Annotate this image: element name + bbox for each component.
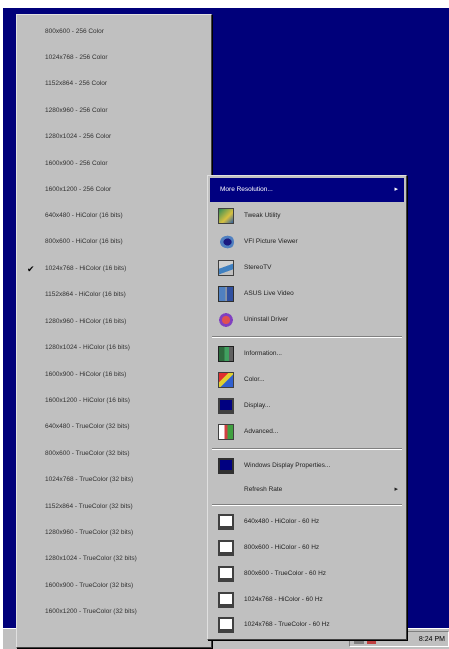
menu-separator	[212, 336, 402, 338]
eye-icon	[218, 234, 234, 250]
tweak-utility-icon	[218, 208, 234, 224]
menu-item-resolution[interactable]: 1600x900 - HiColor (16 bits)	[17, 362, 211, 388]
advanced-item[interactable]: Advanced...	[210, 420, 404, 444]
live-video-item[interactable]: ASUS Live Video	[210, 282, 404, 306]
submenu-arrow-icon: ▸	[394, 486, 398, 493]
menu-item-resolution[interactable]: 1280x960 - 256 Color	[17, 98, 211, 124]
menu-item-resolution[interactable]: 1280x1024 - 256 Color	[17, 124, 211, 150]
advanced-icon	[218, 424, 234, 440]
quick-mode-item[interactable]: 800x600 - TrueColor - 60 Hz	[210, 562, 404, 586]
monitor-icon	[218, 398, 234, 414]
menu-item-resolution[interactable]: 1280x960 - HiColor (16 bits)	[17, 309, 211, 335]
menu-item-resolution[interactable]: 1280x960 - TrueColor (32 bits)	[17, 520, 211, 546]
live-video-icon	[218, 286, 234, 302]
menu-item-resolution[interactable]: 1280x1024 - HiColor (16 bits)	[17, 335, 211, 361]
color-icon	[218, 372, 234, 388]
menu-item-resolution[interactable]: 1024x768 - TrueColor (32 bits)	[17, 467, 211, 493]
quick-mode-item[interactable]: 1024x768 - HiColor - 60 Hz	[210, 588, 404, 612]
menu-item-resolution[interactable]: 640x480 - TrueColor (32 bits)	[17, 414, 211, 440]
tweak-utility-item[interactable]: Tweak Utility	[210, 204, 404, 228]
menu-item-resolution[interactable]: 1280x1024 - TrueColor (32 bits)	[17, 546, 211, 572]
menu-item-resolution[interactable]: 640x480 - HiColor (16 bits)	[17, 203, 211, 229]
resolution-menu: 800x600 - 256 Color 1024x768 - 256 Color…	[16, 14, 212, 648]
menu-item-resolution[interactable]: 800x600 - 256 Color	[17, 19, 211, 45]
picture-viewer-item[interactable]: VFI Picture Viewer	[210, 230, 404, 254]
refresh-rate-item[interactable]: Refresh Rate ▸	[210, 478, 404, 502]
menu-separator	[212, 448, 402, 450]
menu-item-resolution[interactable]: 800x600 - HiColor (16 bits)	[17, 229, 211, 255]
checkmark-icon: ✔	[27, 264, 35, 274]
menu-item-resolution[interactable]: 1152x864 - HiColor (16 bits)	[17, 282, 211, 308]
display-item[interactable]: Display...	[210, 394, 404, 418]
monitor-icon	[218, 540, 234, 556]
stereo-tv-item[interactable]: StereoTV	[210, 256, 404, 280]
information-item[interactable]: Information...	[210, 342, 404, 366]
menu-item-resolution[interactable]: 1600x900 - 256 Color	[17, 151, 211, 177]
monitor-icon	[218, 514, 234, 530]
menu-item-resolution[interactable]: 1024x768 - 256 Color	[17, 45, 211, 71]
quick-mode-item[interactable]: 1024x768 - TrueColor - 60 Hz	[210, 613, 404, 637]
menu-item-resolution[interactable]: 800x600 - TrueColor (32 bits)	[17, 441, 211, 467]
uninstall-driver-item[interactable]: Uninstall Driver	[210, 308, 404, 332]
submenu-arrow-icon: ▸	[394, 186, 398, 193]
menu-item-resolution-selected[interactable]: ✔ 1024x768 - HiColor (16 bits)	[17, 256, 211, 282]
uninstall-icon	[218, 312, 234, 328]
monitor-icon	[218, 458, 234, 474]
menu-item-resolution[interactable]: 1152x864 - 256 Color	[17, 71, 211, 97]
information-icon	[218, 346, 234, 362]
monitor-icon	[218, 566, 234, 582]
quick-mode-item[interactable]: 640x480 - HiColor - 60 Hz	[210, 510, 404, 534]
more-resolution-item[interactable]: More Resolution... ▸	[210, 178, 404, 202]
quick-mode-item[interactable]: 800x600 - HiColor - 60 Hz	[210, 536, 404, 560]
menu-item-resolution[interactable]: 1600x1200 - HiColor (16 bits)	[17, 388, 211, 414]
menu-item-resolution[interactable]: 1600x1200 - TrueColor (32 bits)	[17, 599, 211, 625]
windows-display-properties-item[interactable]: Windows Display Properties...	[210, 454, 404, 478]
monitor-icon	[218, 617, 234, 633]
menu-separator	[212, 504, 402, 506]
clock: 8:24 PM	[418, 636, 445, 643]
color-item[interactable]: Color...	[210, 368, 404, 392]
stereo-tv-icon	[218, 260, 234, 276]
menu-item-resolution[interactable]: 1152x864 - TrueColor (32 bits)	[17, 494, 211, 520]
menu-item-resolution[interactable]: 1600x1200 - 256 Color	[17, 177, 211, 203]
monitor-icon	[218, 592, 234, 608]
menu-item-resolution[interactable]: 1600x900 - TrueColor (32 bits)	[17, 573, 211, 599]
display-context-menu: More Resolution... ▸ Tweak Utility VFI P…	[207, 175, 407, 640]
